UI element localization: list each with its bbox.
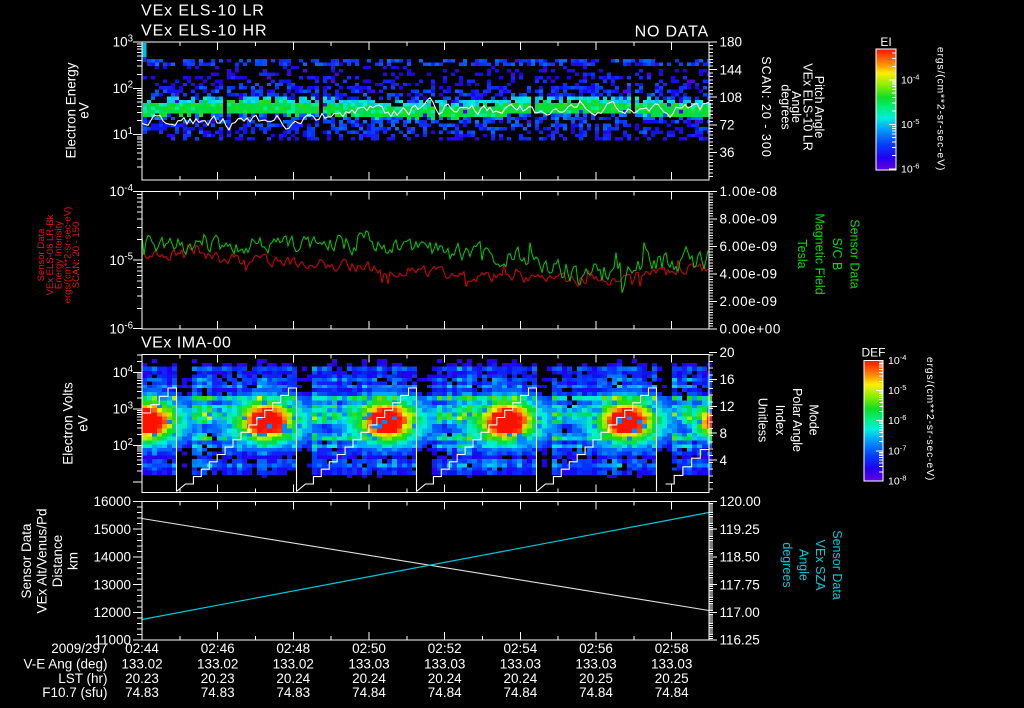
svg-text:74.83: 74.83 [125,685,159,700]
svg-text:ergs/(cm**2-sr-sec-eV): ergs/(cm**2-sr-sec-eV) [924,357,936,481]
svg-text:119.25: 119.25 [720,522,760,537]
svg-text:133.03: 133.03 [424,657,465,672]
svg-text:16000: 16000 [93,494,131,509]
svg-text:VEx ELS-10 LR: VEx ELS-10 LR [141,3,265,20]
svg-text:180: 180 [720,35,743,50]
svg-text:133.02: 133.02 [197,657,238,672]
svg-text:20.24: 20.24 [352,671,386,686]
svg-text:20.24: 20.24 [504,671,538,686]
svg-text:SCAN: 20 - 300: SCAN: 20 - 300 [759,56,773,158]
svg-text:133.03: 133.03 [500,657,541,672]
svg-text:02:56: 02:56 [579,641,613,656]
svg-text:12000: 12000 [93,605,131,620]
svg-text:117.00: 117.00 [720,605,760,620]
svg-text:4: 4 [720,453,728,468]
svg-text:72: 72 [720,118,735,133]
svg-text:Tesla: Tesla [795,239,809,268]
svg-text:20.24: 20.24 [276,671,310,686]
svg-text:eV: eV [77,102,92,119]
svg-text:20.24: 20.24 [428,671,462,686]
svg-text:NO DATA: NO DATA [635,24,709,41]
svg-text:20.25: 20.25 [579,671,613,686]
svg-text:8.00e-09: 8.00e-09 [720,212,778,227]
svg-text:degrees: degrees [780,542,794,587]
svg-text:116.25: 116.25 [720,633,760,648]
svg-text:Sensor Data: Sensor Data [19,523,34,599]
svg-text:F10.7 (sfu): F10.7 (sfu) [42,685,107,700]
svg-text:16: 16 [720,372,735,387]
svg-text:0.00e+00: 0.00e+00 [720,322,781,337]
svg-text:LST (hr): LST (hr) [58,671,107,686]
svg-text:1.00e-08: 1.00e-08 [720,184,778,199]
svg-text:Angle: Angle [797,549,811,581]
svg-text:108: 108 [720,90,743,105]
svg-text:degrees: degrees [779,84,793,129]
svg-text:V-E Ang (deg): V-E Ang (deg) [23,657,107,672]
svg-text:02:58: 02:58 [655,641,689,656]
svg-text:Sensor Data: Sensor Data [848,219,862,289]
svg-text:120.00: 120.00 [720,494,761,509]
svg-text:74.84: 74.84 [504,685,538,700]
svg-text:74.83: 74.83 [276,685,310,700]
svg-text:Electron Volts: Electron Volts [61,382,76,465]
svg-text:4.00e-09: 4.00e-09 [720,267,778,282]
svg-text:VEx SZA: VEx SZA [813,540,827,591]
svg-text:02:52: 02:52 [428,641,462,656]
svg-text:Unitless: Unitless [756,398,770,442]
svg-text:EI: EI [880,35,891,49]
svg-text:117.75: 117.75 [720,577,760,592]
svg-text:02:46: 02:46 [201,641,235,656]
svg-text:20.25: 20.25 [655,671,689,686]
svg-text:02:48: 02:48 [276,641,310,656]
svg-text:S/C B: S/C B [830,238,844,271]
svg-text:6.00e-09: 6.00e-09 [720,239,778,254]
svg-text:VEx IMA-00: VEx IMA-00 [141,335,231,352]
svg-text:ergs/(cm**2-sr-sec-eV): ergs/(cm**2-sr-sec-eV) [935,47,947,171]
svg-text:74.83: 74.83 [201,685,235,700]
svg-text:74.84: 74.84 [428,685,462,700]
svg-text:13000: 13000 [93,577,131,592]
svg-text:Magnetic Field: Magnetic Field [813,213,827,294]
svg-text:144: 144 [720,62,743,77]
svg-text:Distance: Distance [50,535,65,588]
svg-text:DEF: DEF [862,346,886,360]
svg-text:133.02: 133.02 [273,657,314,672]
svg-text:02:54: 02:54 [504,641,538,656]
svg-text:12: 12 [720,399,735,414]
svg-text:VEx Alt/Venus/Pd: VEx Alt/Venus/Pd [35,508,50,613]
svg-text:20.23: 20.23 [201,671,235,686]
svg-text:VEx ELS-10 HR: VEx ELS-10 HR [141,23,267,40]
svg-text:74.84: 74.84 [352,685,386,700]
svg-text:Polar Angle: Polar Angle [790,388,804,452]
svg-text:133.03: 133.03 [651,657,692,672]
svg-text:36: 36 [720,145,735,160]
svg-text:2009/297: 2009/297 [51,641,107,656]
svg-text:Sensor Data: Sensor Data [830,530,844,600]
svg-text:2.00e-09: 2.00e-09 [720,294,778,309]
svg-text:km: km [66,552,81,570]
svg-text:133.03: 133.03 [348,657,389,672]
svg-text:8: 8 [720,426,728,441]
svg-text:20.23: 20.23 [125,671,159,686]
svg-text:14000: 14000 [93,550,131,565]
svg-text:SCAN: 20 - 150: SCAN: 20 - 150 [71,222,82,289]
svg-text:02:44: 02:44 [125,641,159,656]
svg-text:Index: Index [773,405,787,436]
svg-text:eV: eV [76,415,91,432]
svg-text:Mode: Mode [807,404,821,435]
svg-text:133.03: 133.03 [575,657,616,672]
svg-text:118.50: 118.50 [720,550,760,565]
svg-text:20: 20 [720,345,735,360]
svg-text:74.84: 74.84 [655,685,689,700]
svg-text:74.84: 74.84 [579,685,613,700]
svg-text:15000: 15000 [93,522,131,537]
svg-text:02:50: 02:50 [352,641,386,656]
svg-text:133.02: 133.02 [121,657,162,672]
